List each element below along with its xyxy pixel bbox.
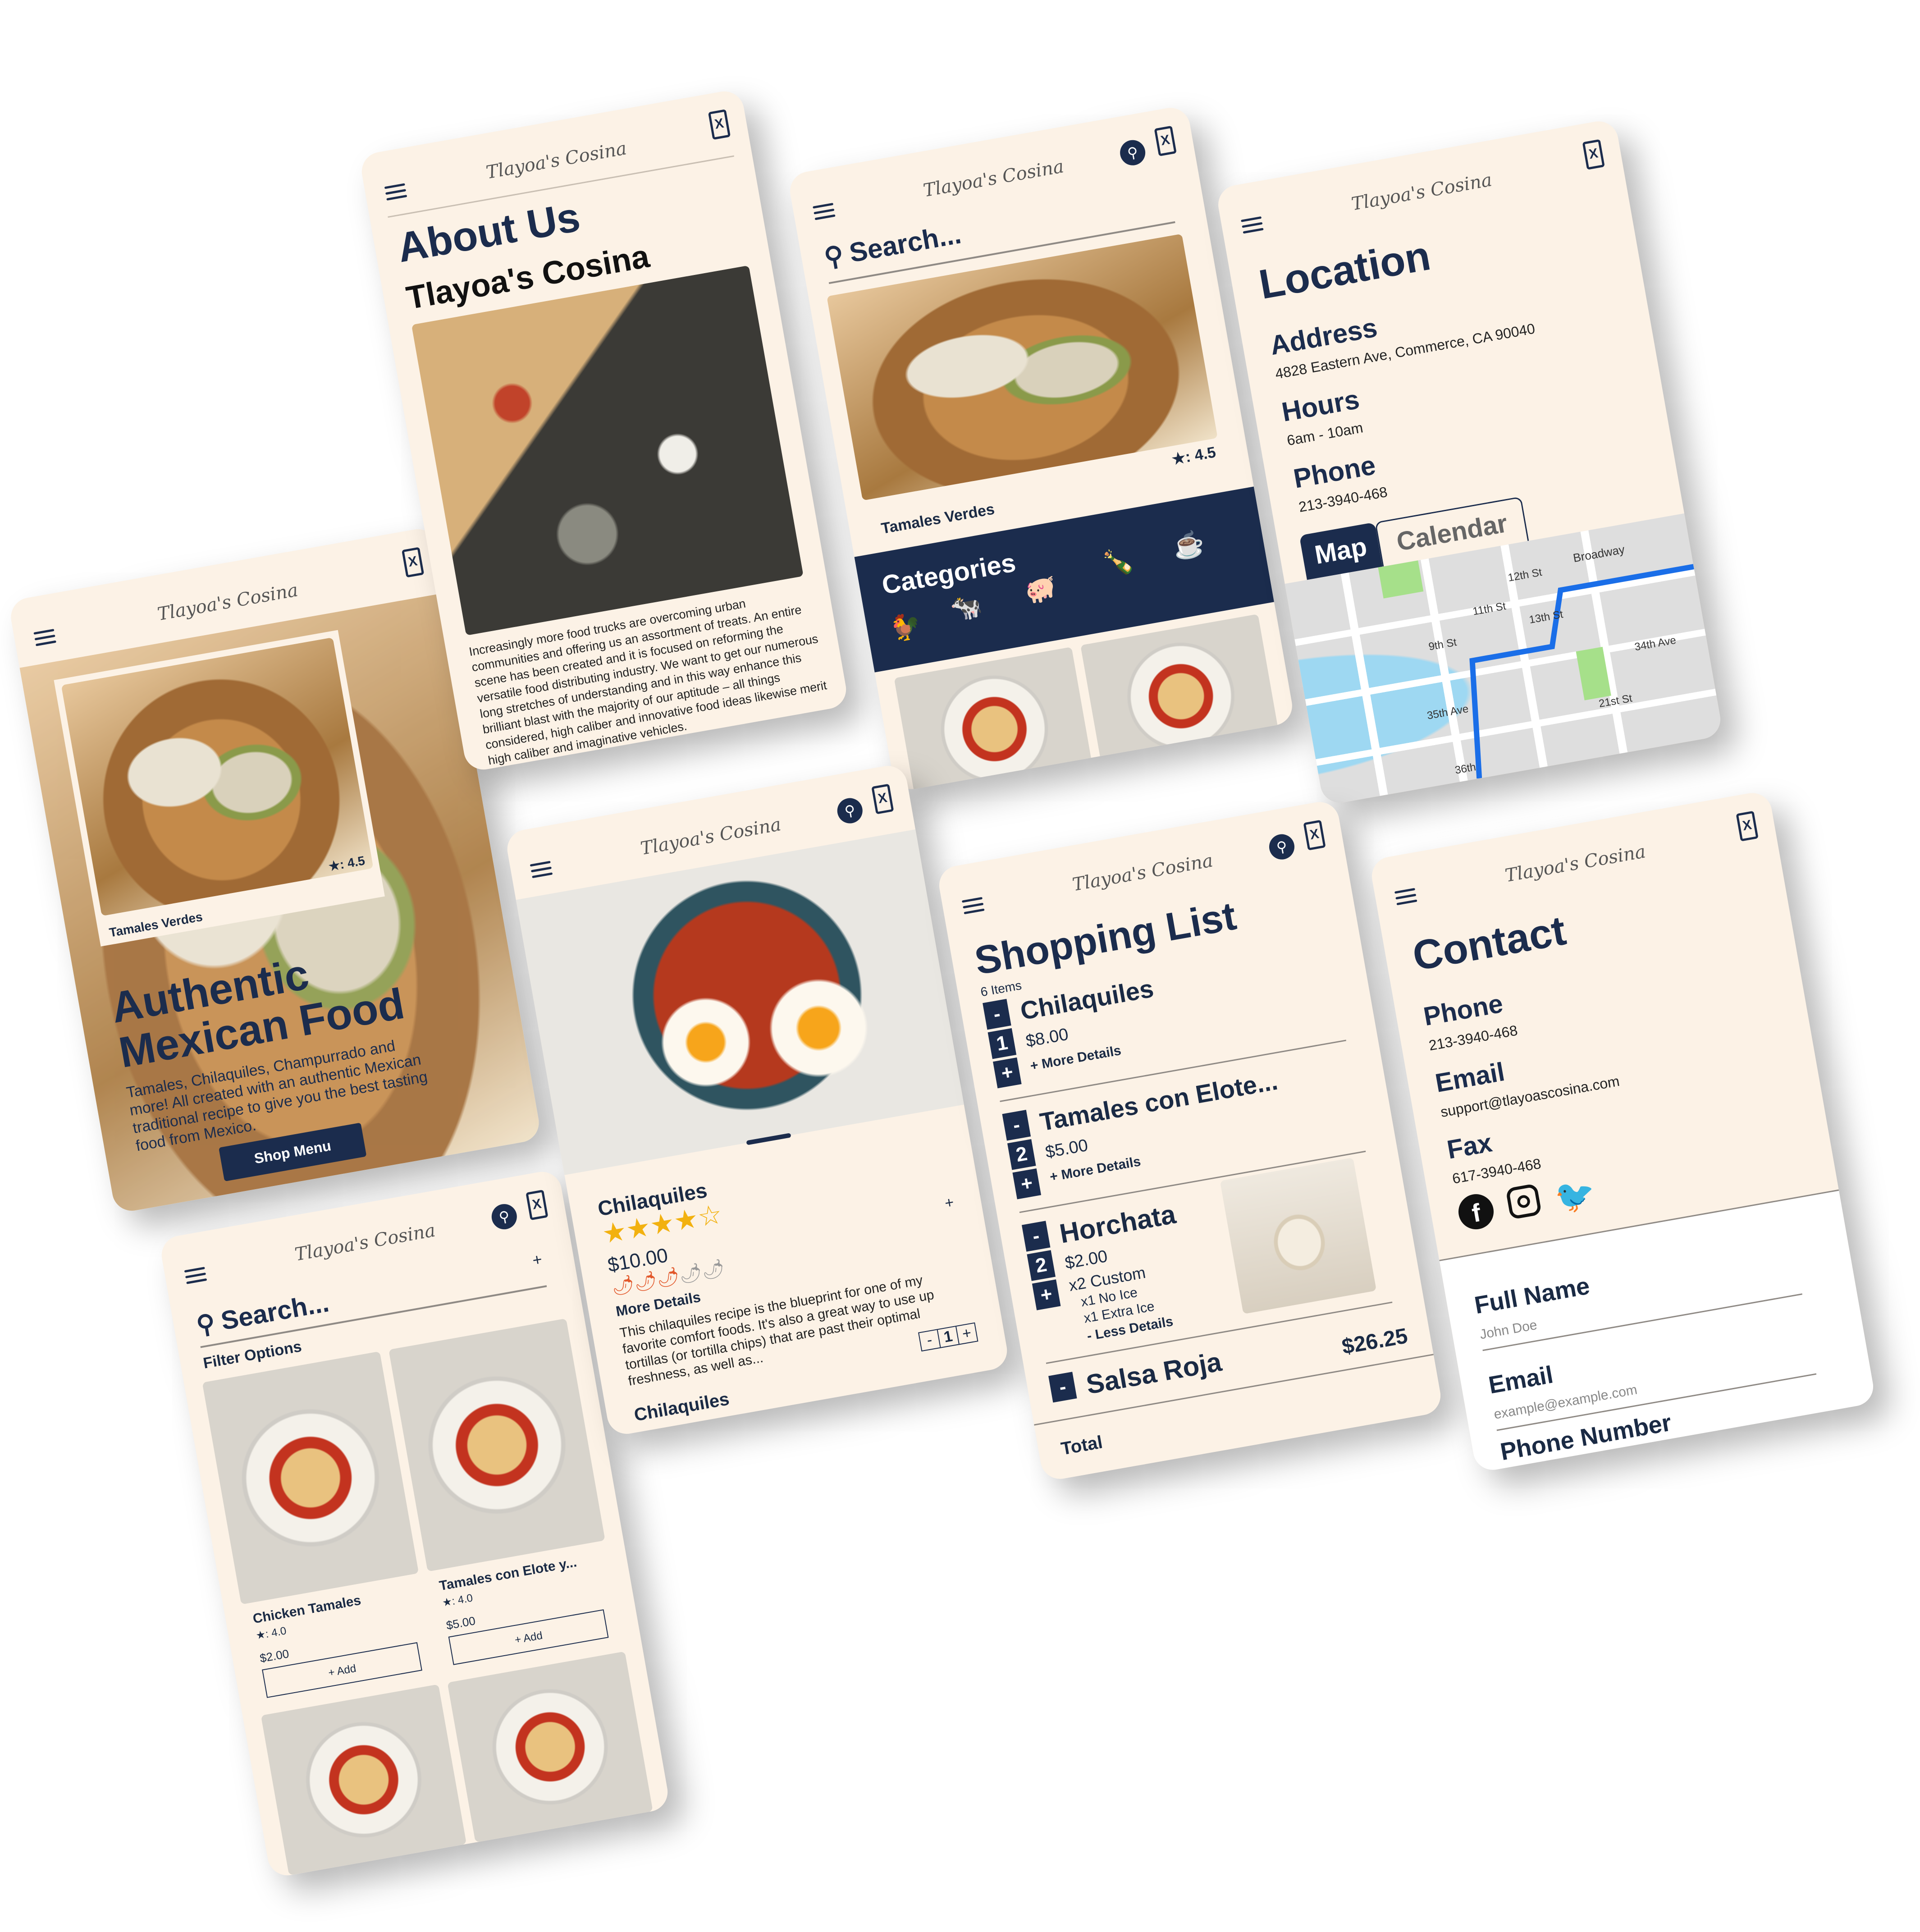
cart-item-photo xyxy=(1220,1157,1377,1314)
featured-card[interactable]: Tamales Verdes ★: 4.5 xyxy=(54,630,385,947)
expand-details-button[interactable]: + xyxy=(943,1194,955,1213)
about-photo xyxy=(411,265,804,636)
contact-form: Full Name John Doe Email example@example… xyxy=(1439,1189,1876,1473)
cart-item-price: $5.00 xyxy=(1044,1135,1090,1162)
quantity-minus-button[interactable]: - xyxy=(983,998,1011,1030)
quantity-plus-button[interactable]: + xyxy=(1032,1279,1061,1310)
featured-rating: ★: 4.5 xyxy=(1170,444,1217,468)
product-rating: ★: 4.0 xyxy=(255,1625,288,1642)
featured-card[interactable]: ★: 4.5 Tamales Verdes xyxy=(827,232,1234,545)
product-thumb-3[interactable] xyxy=(261,1684,467,1876)
featured-caption: Tamales Verdes xyxy=(880,500,996,537)
quantity-minus-button[interactable]: - xyxy=(1002,1110,1031,1141)
category-pig-icon[interactable]: 🐖 xyxy=(1023,572,1059,607)
product-photo xyxy=(389,1318,605,1572)
cart-item-name: Chilaquiles xyxy=(1018,974,1156,1026)
cart-item-price: $2.00 xyxy=(1063,1247,1109,1273)
product-rating: ★: 4.0 xyxy=(441,1592,474,1609)
fax-label: Fax xyxy=(1445,1128,1495,1165)
filter-expand-button[interactable]: + xyxy=(531,1250,544,1270)
cart-item-name: Horchata xyxy=(1057,1199,1178,1249)
featured-photo xyxy=(61,637,374,916)
quantity-minus-button[interactable]: - xyxy=(1048,1372,1077,1403)
instagram-icon[interactable] xyxy=(1505,1183,1542,1220)
search-input-icon: ⚲ xyxy=(822,240,846,273)
quantity-minus-button[interactable]: - xyxy=(919,1330,940,1351)
email-field-label: Email xyxy=(1486,1361,1555,1399)
email-label: Email xyxy=(1433,1057,1507,1098)
quantity-value[interactable]: 2 xyxy=(1007,1139,1036,1170)
quantity-plus-button[interactable]: + xyxy=(993,1057,1022,1089)
cart-item-name: Tamales con Elote... xyxy=(1038,1066,1280,1136)
twitter-icon[interactable]: 🐦 xyxy=(1552,1173,1598,1218)
quantity-value[interactable]: 1 xyxy=(937,1326,960,1347)
facebook-icon[interactable]: f xyxy=(1455,1191,1497,1232)
quantity-plus-button[interactable]: + xyxy=(1012,1168,1042,1199)
app-header: Tlayoa's Cosina X xyxy=(1369,790,1780,927)
half-star-icon: ☆ xyxy=(695,1198,725,1233)
product-thumb-1[interactable] xyxy=(894,646,1095,792)
product-photo xyxy=(202,1351,419,1605)
brand-logo[interactable]: Tlayoa's Cosina xyxy=(364,117,749,205)
phone-label: Phone xyxy=(1421,989,1505,1032)
quantity-minus-button[interactable]: - xyxy=(1021,1221,1051,1252)
spice-empty-icon: 🌶🌶 xyxy=(677,1258,727,1286)
contact-screen: Tlayoa's Cosina X Contact Phone 213-3940… xyxy=(1369,790,1876,1473)
product-price: $2.00 xyxy=(259,1647,290,1665)
search-placeholder: Search... xyxy=(219,1288,331,1336)
category-cow-icon[interactable]: 🐄 xyxy=(948,590,984,625)
categories-title: Categories xyxy=(879,548,1018,600)
cart-item-name: Salsa Roja xyxy=(1083,1346,1224,1400)
total-label: Total xyxy=(1059,1432,1104,1459)
product-thumb-2[interactable] xyxy=(1080,614,1282,778)
brand-logo[interactable]: Tlayoa's Cosina xyxy=(1220,147,1623,238)
search-input-icon: ⚲ xyxy=(194,1308,218,1340)
footer-product-name: Chilaquiles xyxy=(632,1389,731,1425)
brand-logo[interactable]: Tlayoa's Cosina xyxy=(1374,818,1777,909)
shopping-list-screen: Tlayoa's Cosina ⚲ X Shopping List 6 Item… xyxy=(936,799,1444,1482)
quantity-plus-button[interactable]: + xyxy=(956,1323,977,1344)
product-thumb-4[interactable] xyxy=(447,1651,653,1843)
cart-item-price: $8.00 xyxy=(1024,1025,1070,1051)
product-price: $5.00 xyxy=(445,1614,477,1632)
quantity-value[interactable]: 2 xyxy=(1027,1250,1056,1281)
category-drinks-icon[interactable]: 🍾 xyxy=(1100,545,1136,580)
full-name-placeholder: John Doe xyxy=(1478,1317,1538,1342)
page-title: Contact xyxy=(1409,907,1569,980)
category-chicken-icon[interactable]: 🐓 xyxy=(887,610,923,645)
category-coffee-icon[interactable]: ☕ xyxy=(1170,528,1207,563)
quantity-value[interactable]: 1 xyxy=(987,1028,1017,1059)
